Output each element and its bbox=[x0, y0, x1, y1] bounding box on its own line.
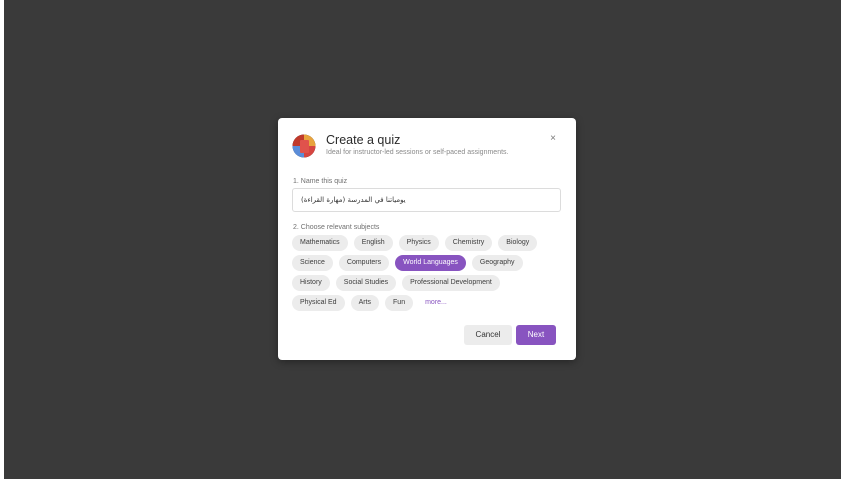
subject-chip-row: History Social Studies Professional Develo… bbox=[292, 275, 564, 291]
subject-chip-list: Mathematics English Physics Chemistry Biolog… bbox=[292, 235, 564, 315]
subject-chip-professional-development[interactable]: Professional Development bbox=[402, 275, 500, 291]
next-button[interactable]: Next bbox=[516, 325, 556, 345]
subject-chip-row: Physical Ed Arts Fun more... bbox=[292, 295, 564, 311]
subject-chip-physical-ed[interactable]: Physical Ed bbox=[292, 295, 345, 311]
subject-chip-mathematics[interactable]: Mathematics bbox=[292, 235, 348, 251]
subject-chip-chemistry[interactable]: Chemistry bbox=[444, 235, 493, 251]
subject-chip-row: Mathematics English Physics Chemistry Biolog… bbox=[292, 235, 564, 251]
subject-chip-history[interactable]: History bbox=[292, 275, 330, 291]
quiz-name-label: 1. Name this quiz bbox=[293, 178, 348, 185]
subject-chip-biology[interactable]: Biology bbox=[498, 235, 538, 251]
subject-chip-world-languages[interactable]: World Languages bbox=[395, 255, 466, 271]
close-icon[interactable]: × bbox=[546, 132, 560, 146]
subject-chip-fun[interactable]: Fun bbox=[385, 295, 414, 311]
dialog-subtitle: Ideal for instructor-led sessions or sel… bbox=[326, 149, 509, 156]
more-subjects-link[interactable]: more... bbox=[419, 295, 453, 311]
dialog-title: Create a quiz bbox=[326, 133, 401, 147]
subjects-label: 2. Choose relevant subjects bbox=[293, 224, 380, 231]
subject-chip-computers[interactable]: Computers bbox=[338, 255, 390, 271]
subject-chip-social-studies[interactable]: Social Studies bbox=[335, 275, 397, 291]
subject-chip-arts[interactable]: Arts bbox=[350, 295, 380, 311]
create-quiz-dialog: Create a quiz Ideal for instructor-led s… bbox=[278, 118, 576, 360]
subject-chip-geography[interactable]: Geography bbox=[471, 255, 523, 271]
quizizz-logo-icon bbox=[292, 134, 316, 158]
subject-chip-row: Science Computers World Languages Geography bbox=[292, 255, 564, 271]
quiz-name-input[interactable] bbox=[292, 188, 561, 212]
cancel-button[interactable]: Cancel bbox=[464, 325, 512, 345]
subject-chip-english[interactable]: English bbox=[353, 235, 393, 251]
subject-chip-physics[interactable]: Physics bbox=[398, 235, 439, 251]
subject-chip-science[interactable]: Science bbox=[292, 255, 333, 271]
